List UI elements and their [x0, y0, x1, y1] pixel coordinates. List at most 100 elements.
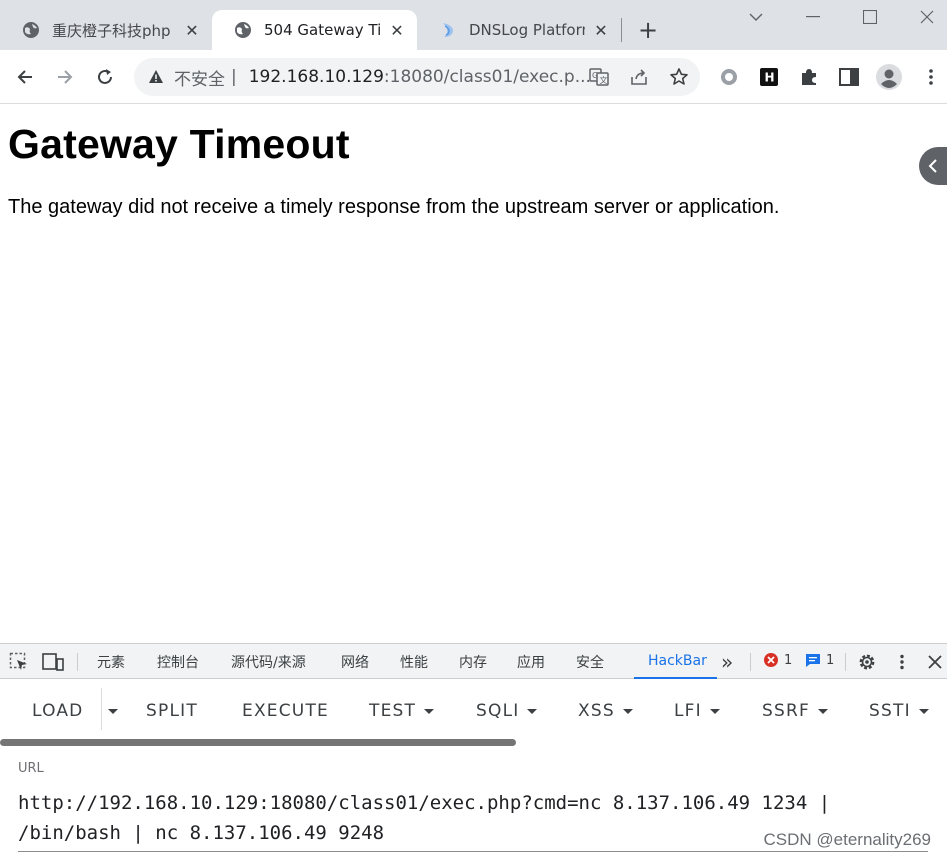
tab-close-icon[interactable]: ✕	[182, 20, 202, 40]
caret-down-icon	[424, 708, 435, 714]
message-icon	[806, 654, 820, 667]
extension-circle-icon[interactable]	[714, 62, 744, 92]
device-toolbar-icon[interactable]	[42, 651, 64, 673]
bookmark-star-icon[interactable]	[669, 67, 689, 87]
maximize-icon[interactable]	[855, 4, 885, 30]
test-menu-button[interactable]: TEST	[369, 699, 435, 723]
hackbar-toolbar: LOAD SPLIT EXECUTE TEST SQLI XSS LFI SSR…	[0, 680, 947, 740]
tab-title: 504 Gateway Tin	[264, 21, 381, 39]
load-split-divider	[101, 688, 102, 730]
devtools-separator	[750, 653, 751, 671]
close-devtools-icon[interactable]	[924, 651, 946, 673]
hackbar-extension-icon[interactable]: H	[754, 62, 784, 92]
xss-menu-label: XSS	[578, 701, 615, 721]
page-content: Gateway Timeout The gateway did not rece…	[0, 105, 947, 643]
caret-down-icon	[709, 708, 720, 714]
error-count-badge[interactable]: 1	[763, 652, 792, 668]
tab-chengzi[interactable]: 重庆橙子科技php ✕	[0, 10, 212, 50]
url-field-underline	[18, 851, 928, 852]
browser-menu-icon[interactable]	[916, 62, 946, 92]
ssti-menu-button[interactable]: SSTI	[869, 699, 929, 723]
warning-icon[interactable]	[148, 69, 164, 85]
share-icon[interactable]	[629, 67, 649, 87]
ssrf-menu-button[interactable]: SSRF	[762, 699, 828, 723]
devtools-tab-bar: 元素 控制台 源代码/来源 网络 性能 内存 应用 安全 HackBar » 1…	[0, 644, 947, 679]
browser-toolbar: 不安全 | 192.168.10.129:18080/class01/exec.…	[0, 50, 947, 104]
translate-icon[interactable]: 文G	[589, 67, 609, 87]
tab-console[interactable]: 控制台	[157, 644, 199, 679]
message-count: 1	[826, 652, 835, 668]
tab-search-icon[interactable]	[741, 4, 771, 30]
tab-separator	[621, 18, 622, 42]
globe-icon	[22, 21, 40, 39]
window-close-icon[interactable]	[912, 4, 942, 30]
error-count: 1	[784, 652, 793, 668]
execute-button[interactable]: EXECUTE	[242, 699, 329, 723]
load-dropdown-button[interactable]	[104, 699, 122, 723]
tab-hackbar[interactable]: HackBar	[634, 644, 717, 679]
ssrf-menu-label: SSRF	[762, 701, 810, 721]
tab-memory[interactable]: 内存	[459, 644, 487, 679]
profile-avatar-icon[interactable]	[874, 62, 904, 92]
devtools-panel: 元素 控制台 源代码/来源 网络 性能 内存 应用 安全 HackBar » 1…	[0, 643, 947, 859]
tab-gateway-timeout[interactable]: 504 Gateway Tin ✕	[212, 10, 417, 50]
tab-application[interactable]: 应用	[517, 644, 545, 679]
tab-close-icon[interactable]: ✕	[387, 20, 407, 40]
url-host: 192.168.10.129	[248, 67, 384, 87]
address-divider: |	[231, 67, 237, 87]
chevron-left-icon	[928, 159, 937, 173]
test-menu-label: TEST	[369, 701, 417, 721]
devtools-menu-icon[interactable]	[891, 651, 913, 673]
tab-security[interactable]: 安全	[576, 644, 604, 679]
horizontal-scrollbar[interactable]	[0, 739, 516, 746]
inspect-element-icon[interactable]	[8, 651, 30, 673]
extensions-puzzle-icon[interactable]	[794, 62, 824, 92]
xss-menu-button[interactable]: XSS	[578, 699, 633, 723]
reload-icon[interactable]	[90, 62, 120, 92]
lfi-menu-label: LFI	[674, 701, 702, 721]
tab-dnslog[interactable]: DNSLog Platform ✕	[417, 10, 621, 50]
devtools-separator	[845, 653, 846, 671]
caret-down-icon	[918, 708, 929, 714]
devtools-separator	[77, 653, 78, 671]
ssti-menu-label: SSTI	[869, 701, 911, 721]
load-button[interactable]: LOAD	[32, 699, 83, 723]
tab-performance[interactable]: 性能	[400, 644, 428, 679]
caret-down-icon	[527, 708, 538, 714]
url-text[interactable]: 192.168.10.129:18080/class01/exec.p...	[249, 67, 591, 87]
address-bar[interactable]: 不安全 | 192.168.10.129:18080/class01/exec.…	[134, 58, 700, 96]
tab-title: DNSLog Platform	[469, 21, 585, 39]
more-tabs-icon[interactable]: »	[721, 644, 733, 679]
tab-network[interactable]: 网络	[341, 644, 369, 679]
svg-text:H: H	[765, 71, 775, 85]
message-count-badge[interactable]: 1	[805, 652, 834, 668]
side-panel-toggle[interactable]	[919, 147, 947, 185]
caret-down-icon	[108, 708, 118, 714]
watermark: CSDN @eternality269	[763, 830, 932, 849]
settings-gear-icon[interactable]	[856, 651, 878, 673]
url-rest: :18080/class01/exec.p...	[383, 67, 591, 87]
forward-icon[interactable]	[50, 62, 80, 92]
tab-elements[interactable]: 元素	[97, 644, 125, 679]
tab-close-icon[interactable]: ✕	[591, 20, 611, 40]
tab-sources[interactable]: 源代码/来源	[231, 644, 306, 679]
back-icon[interactable]	[10, 62, 40, 92]
split-button[interactable]: SPLIT	[146, 699, 198, 723]
side-panel-icon[interactable]	[834, 62, 864, 92]
sqli-menu-label: SQLI	[476, 701, 520, 721]
lfi-menu-button[interactable]: LFI	[674, 699, 720, 723]
url-field-label: URL	[18, 761, 44, 776]
error-icon	[764, 653, 778, 667]
svg-text:G: G	[592, 71, 598, 80]
security-label[interactable]: 不安全	[174, 65, 225, 90]
tab-strip: 重庆橙子科技php ✕ 504 Gateway Tin ✕ DNSLog Pla…	[0, 0, 947, 50]
sqli-menu-button[interactable]: SQLI	[476, 699, 538, 723]
svg-text:文: 文	[600, 75, 608, 85]
caret-down-icon	[622, 708, 633, 714]
minimize-icon[interactable]	[798, 4, 828, 30]
tab-title: 重庆橙子科技php	[52, 21, 171, 40]
new-tab-button[interactable]: +	[634, 16, 662, 44]
caret-down-icon	[817, 708, 828, 714]
page-message: The gateway did not receive a timely res…	[8, 196, 780, 218]
dnslog-icon	[439, 21, 457, 39]
